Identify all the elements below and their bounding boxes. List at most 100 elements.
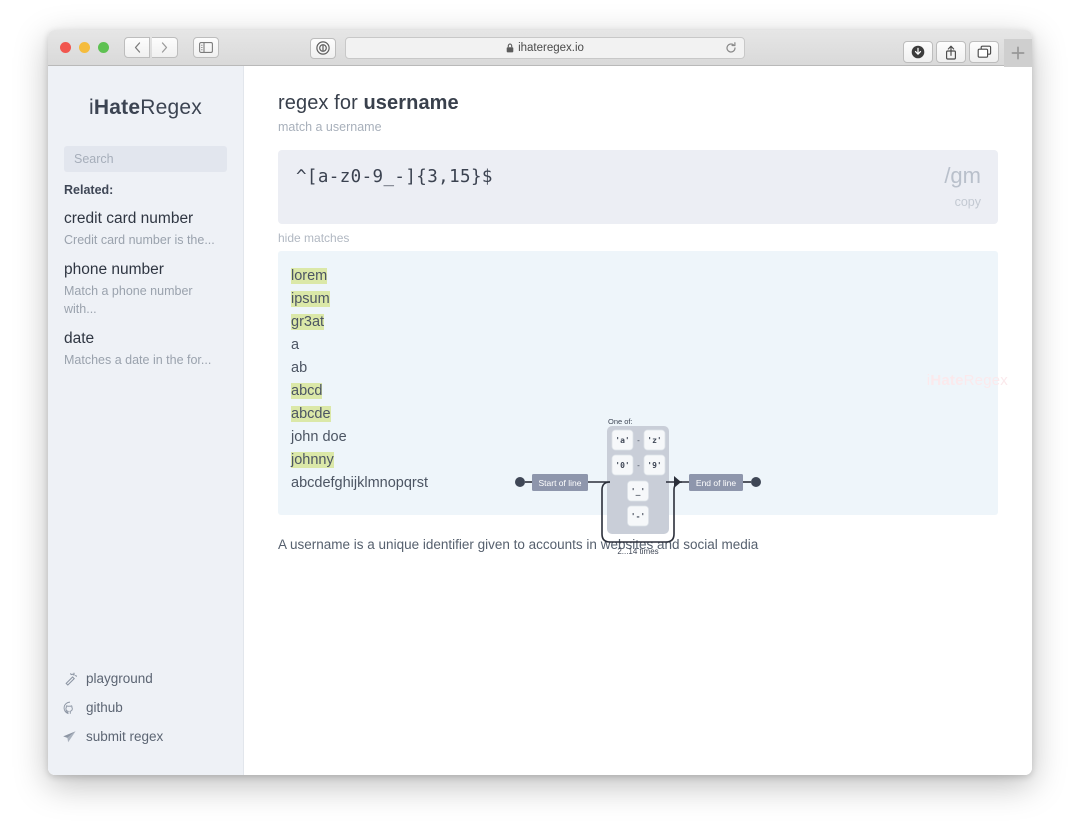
match-text: a [291, 337, 300, 353]
match-row: abcd [290, 380, 986, 403]
regex-display-box[interactable]: ^[a-z0-9_-]{3,15}$ /gm copy [278, 150, 998, 224]
regex-flags: /gm [944, 163, 981, 188]
chevron-left-icon [134, 42, 140, 53]
search-input[interactable] [64, 146, 227, 172]
plus-icon [1011, 46, 1025, 60]
share-icon [946, 45, 956, 60]
sidebar-footer-links: playground github submit regex [48, 664, 243, 751]
chevron-right-icon [161, 42, 168, 53]
match-text: ab [291, 360, 308, 376]
github-icon [62, 700, 77, 715]
paper-plane-icon [62, 729, 77, 744]
one-of-label: One of: [608, 418, 633, 426]
sidebar-item-label: github [86, 700, 123, 715]
match-row: gr3at [290, 311, 986, 334]
related-desc: Credit card number is the... [64, 232, 215, 247]
back-button[interactable] [124, 37, 150, 58]
page-title-subject: username [363, 92, 459, 114]
brand-logo[interactable]: iHateRegex [48, 66, 243, 146]
related-title: phone number [64, 260, 164, 278]
char-9: '9' [647, 461, 661, 470]
list-item[interactable]: credit card number Credit card number is… [48, 203, 243, 254]
char-underscore: '_' [631, 487, 645, 496]
brand-suffix: Regex [140, 96, 202, 119]
magic-wand-icon [62, 671, 77, 686]
forward-button[interactable] [152, 37, 178, 58]
privacy-report-icon [316, 41, 330, 55]
repeat-count-label: 2...14 times [617, 547, 658, 556]
railroad-svg: One of: 'a' - 'z' '0' - '9' '_' '-' Star… [515, 418, 761, 556]
related-label: Related: [64, 183, 114, 197]
url-host: ihateregex.io [518, 42, 584, 54]
browser-toolbar-right [903, 37, 1032, 67]
main-content: regex for username match a username ^[a-… [244, 66, 1032, 775]
related-title: credit card number [64, 210, 194, 227]
range-dash: - [637, 436, 640, 445]
tab-overview-button[interactable] [969, 41, 999, 63]
copy-button[interactable]: copy [955, 195, 981, 209]
watermark-bold: Hate [930, 372, 964, 389]
browser-window: ihateregex.io iHateRegex Search Related:… [48, 30, 1032, 775]
tab-overview-icon [977, 45, 991, 58]
page-title-prefix: regex for [278, 92, 364, 114]
minimize-window-button[interactable] [79, 42, 90, 53]
char-hyphen: '-' [631, 512, 645, 521]
end-terminal [751, 477, 761, 487]
related-desc: Match a phone number with... [64, 283, 193, 317]
sidebar-item-label: submit regex [86, 729, 164, 744]
match-row: lorem [290, 265, 986, 288]
maximize-window-button[interactable] [98, 42, 109, 53]
downloads-button[interactable] [903, 41, 933, 63]
sidebar: iHateRegex Related: credit card number C… [48, 66, 244, 775]
downloads-icon [911, 45, 925, 59]
screenshot-stage: ihateregex.io iHateRegex Search Related:… [0, 0, 1080, 837]
reload-button[interactable] [725, 42, 737, 54]
page-subtitle: match a username [278, 120, 382, 134]
arrow-head [674, 476, 681, 488]
start-of-line-label: Start of line [539, 478, 582, 488]
sidebar-toggle-icon [199, 42, 213, 53]
watermark: iHateRegex [927, 372, 1008, 389]
lock-icon [506, 43, 514, 53]
new-tab-button[interactable] [1004, 39, 1032, 67]
address-bar-area: ihateregex.io [310, 37, 745, 59]
char-a: 'a' [615, 436, 629, 445]
sidebar-toggle-button[interactable] [193, 37, 219, 58]
share-button[interactable] [936, 41, 966, 63]
brand-bold: Hate [93, 96, 141, 119]
regex-pattern[interactable]: ^[a-z0-9_-]{3,15}$ [296, 167, 980, 187]
match-text: abcd [291, 383, 323, 399]
navigation-buttons [124, 37, 219, 58]
regex-railroad-diagram: One of: 'a' - 'z' '0' - '9' '_' '-' Star… [244, 418, 1032, 558]
sidebar-item-playground[interactable]: playground [62, 664, 243, 693]
match-row: ab [290, 357, 986, 380]
url-text-wrap: ihateregex.io [506, 42, 584, 54]
range-dash: - [637, 461, 640, 470]
page-title: regex for username [278, 92, 998, 115]
end-of-line-label: End of line [696, 478, 736, 488]
match-row: a [290, 334, 986, 357]
char-z: 'z' [647, 436, 661, 445]
list-item[interactable]: phone number Match a phone number with..… [48, 254, 243, 323]
sidebar-item-submit-regex[interactable]: submit regex [62, 722, 243, 751]
watermark-suffix: Regex [963, 372, 1008, 389]
page-content: iHateRegex Related: credit card number C… [48, 66, 1032, 775]
list-item[interactable]: date Matches a date in the for... [48, 323, 243, 374]
browser-titlebar: ihateregex.io [48, 30, 1032, 67]
match-row: ipsum [290, 288, 986, 311]
privacy-report-button[interactable] [310, 37, 336, 59]
match-text: gr3at [291, 314, 325, 330]
window-controls [60, 42, 109, 53]
close-window-button[interactable] [60, 42, 71, 53]
char-0: '0' [615, 461, 629, 470]
related-desc: Matches a date in the for... [64, 353, 212, 368]
sidebar-item-label: playground [86, 671, 153, 686]
toggle-matches-button[interactable]: hide matches [278, 231, 998, 245]
match-text: lorem [291, 268, 328, 284]
sidebar-item-github[interactable]: github [62, 693, 243, 722]
start-terminal [515, 477, 525, 487]
related-title: date [64, 330, 95, 348]
match-text: ipsum [291, 291, 330, 307]
url-input[interactable]: ihateregex.io [345, 37, 745, 59]
reload-icon [726, 42, 736, 53]
